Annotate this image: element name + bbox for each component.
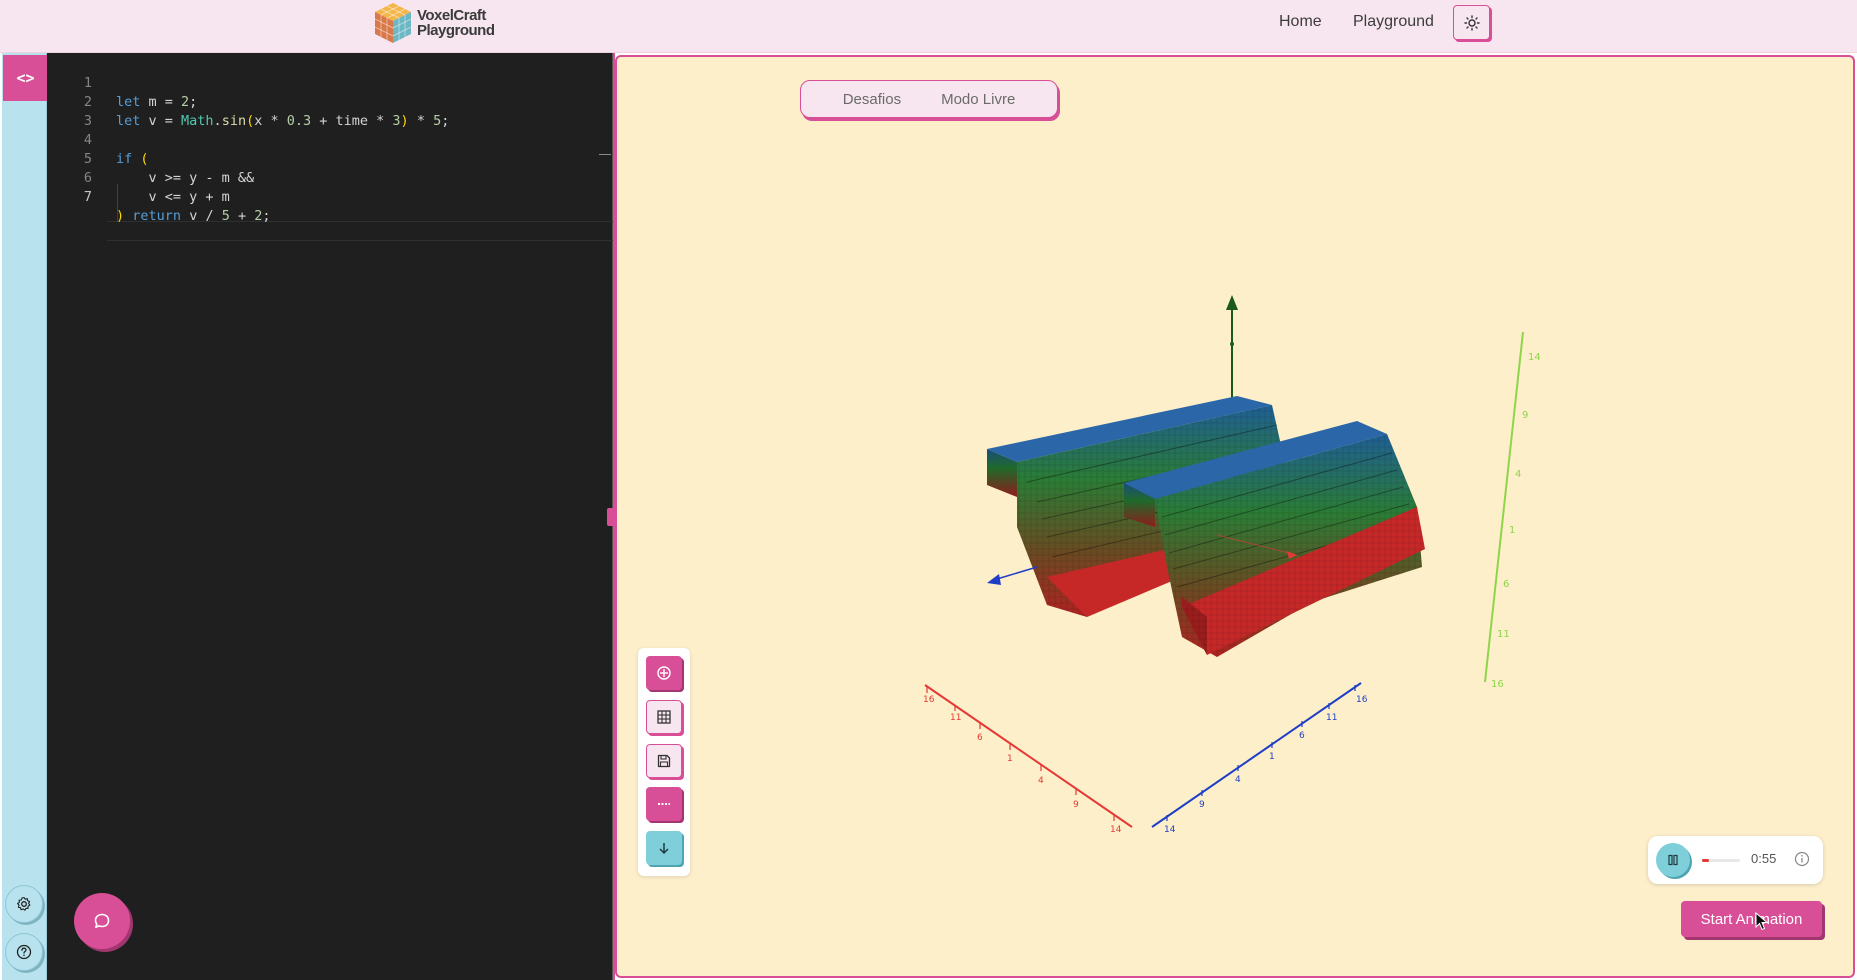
code-editor-toggle-button[interactable]: <> [3, 55, 48, 101]
code-line[interactable]: 4 if ( [47, 112, 613, 167]
logo-text-line-1: VoxelCraft [417, 7, 486, 24]
code-line[interactable]: 1 let m = 2; [47, 55, 613, 110]
code-line[interactable]: 3 [47, 93, 613, 129]
app-root: VoxelCraft Playground Home Playground <>… [0, 0, 1857, 980]
chat-button[interactable] [74, 893, 130, 949]
animation-progress-slider[interactable] [1702, 859, 1740, 862]
y-tick-label: 16 [1491, 679, 1504, 690]
voxel-viewport[interactable]: 14 9 4 1 6 11 16 16 11 6 1 4 9 14 14 9 4… [615, 55, 1855, 978]
x-tick-label: 9 [1073, 800, 1079, 810]
download-button[interactable] [646, 831, 682, 865]
y-axis: 14 9 4 1 6 11 16 [1484, 331, 1541, 690]
center-view-button[interactable] [646, 656, 682, 690]
pause-icon [1668, 854, 1678, 866]
x-tick-label: 16 [923, 695, 935, 705]
z-tick-label: 16 [1356, 695, 1368, 705]
nav-link-playground[interactable]: Playground [1353, 0, 1434, 44]
save-button[interactable] [646, 744, 682, 778]
code-line[interactable]: 6 v <= y + m [47, 150, 613, 205]
logo-wordmark: VoxelCraft Playground [417, 8, 495, 38]
sun-icon [1463, 14, 1480, 31]
top-navigation-bar: VoxelCraft Playground Home Playground [0, 0, 1857, 53]
tab-modo-livre[interactable]: Modo Livre [941, 91, 1015, 108]
x-tick-label: 11 [950, 713, 961, 723]
y-tick-label: 4 [1515, 469, 1521, 480]
play-pause-button[interactable] [1656, 843, 1690, 877]
line-number: 7 [83, 189, 92, 205]
z-tick-label: 4 [1235, 775, 1241, 785]
nav-link-home-label[interactable]: Home [1279, 13, 1322, 31]
toggle-outline-button[interactable] [646, 787, 682, 821]
start-animation-button[interactable]: Start Animation [1681, 901, 1822, 937]
help-circle-icon [16, 944, 32, 960]
x-tick-label: 14 [1110, 825, 1122, 835]
code-line[interactable]: 5 v >= y - m && [47, 131, 613, 186]
info-icon[interactable] [1794, 851, 1810, 867]
theme-toggle-button[interactable] [1453, 5, 1490, 40]
x-tick-label: 4 [1038, 776, 1044, 786]
z-tick-label: 9 [1199, 800, 1205, 810]
y-tick-label: 14 [1528, 352, 1541, 363]
tab-desafios[interactable]: Desafios [843, 91, 901, 108]
x-tick-label: 6 [977, 733, 983, 743]
mode-tabs: Desafios Modo Livre [800, 80, 1058, 118]
z-tick-label: 1 [1269, 752, 1275, 762]
code-line-text: ) return v / 5 + 2; [116, 208, 271, 224]
settings-button[interactable] [5, 885, 43, 923]
dotted-line-icon [658, 803, 670, 805]
grid-icon [657, 710, 671, 724]
viewport-toolbar [638, 648, 690, 876]
x-tick-label: 1 [1007, 754, 1013, 764]
left-sidebar: <> [2, 53, 48, 980]
chat-bubble-icon [94, 913, 110, 928]
save-icon [657, 754, 671, 768]
code-line[interactable]: 2 let v = Math.sin(x * 0.3 + time * 3) *… [47, 74, 613, 129]
y-tick-label: 1 [1509, 525, 1515, 536]
start-animation-label: Start Animation [1700, 910, 1803, 928]
code-line[interactable]: 7 ) return v / 5 + 2; [47, 169, 613, 224]
animation-time: 0:55 [1751, 851, 1777, 866]
animation-player: 0:55 [1648, 836, 1823, 884]
y-tick-label: 9 [1522, 410, 1528, 421]
mouse-cursor-icon [1755, 912, 1769, 931]
nav-link-home[interactable]: Home [1279, 0, 1322, 44]
code-editor[interactable]: 1 let m = 2; 2 let v = Math.sin(x * 0.3 … [47, 53, 613, 980]
y-tick-label: 11 [1497, 629, 1510, 640]
scroll-marker [599, 154, 611, 155]
arrow-down-icon [659, 843, 669, 854]
voxelcraft-logo[interactable]: VoxelCraft Playground [373, 0, 495, 46]
toggle-grid-button[interactable] [646, 700, 682, 734]
z-tick-label: 11 [1326, 713, 1337, 723]
help-button[interactable] [5, 933, 43, 971]
logo-text-line-2: Playground [417, 22, 495, 39]
crosshair-icon [657, 666, 671, 680]
z-tick-label: 14 [1164, 825, 1176, 835]
voxel-cube-logo-icon [374, 3, 412, 43]
gear-icon [17, 896, 31, 911]
z-tick-label: 6 [1299, 731, 1305, 741]
y-tick-label: 6 [1503, 579, 1509, 590]
code-brackets-icon: <> [16, 69, 35, 87]
nav-link-playground-label[interactable]: Playground [1353, 13, 1434, 31]
animation-progress-fill [1702, 859, 1709, 862]
code-line-text: v <= y + m [116, 189, 230, 205]
voxel-mesh [987, 396, 1425, 657]
